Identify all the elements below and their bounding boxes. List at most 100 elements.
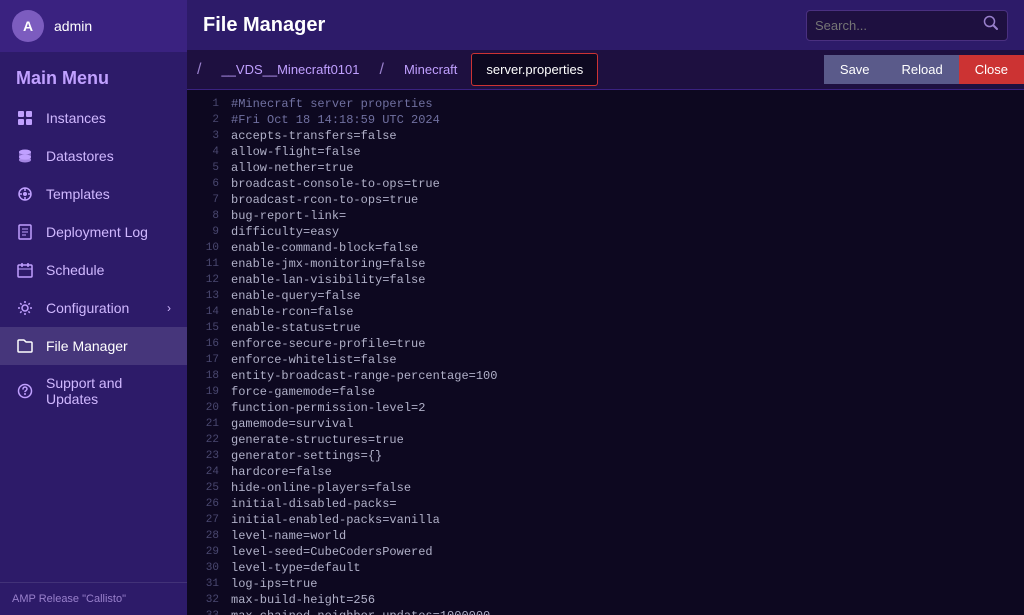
code-line: 28level-name=world [187,528,1024,544]
line-content: enable-command-block=false [231,241,418,255]
sidebar-item-datastores-label: Datastores [46,148,114,164]
line-content: enable-rcon=false [231,305,353,319]
line-content: level-type=default [231,561,361,575]
code-line: 25 hide-online-players=false [187,480,1024,496]
config-icon [16,299,34,317]
code-line: 18entity-broadcast-range-percentage=100 [187,368,1024,384]
sidebar-item-deployment-log[interactable]: Deployment Log [0,213,187,251]
calendar-icon [16,261,34,279]
grid-icon [16,109,34,127]
code-line: 11enable-jmx-monitoring=false [187,256,1024,272]
code-line: 10 enable-command-block=false [187,240,1024,256]
line-content: generate-structures=true [231,433,404,447]
sidebar-item-templates[interactable]: Templates [0,175,187,213]
line-number: 27 [195,514,219,526]
line-content: log-ips=true [231,577,317,591]
line-number: 22 [195,434,219,446]
code-line: 6broadcast-console-to-ops=true [187,176,1024,192]
code-line: 13 enable-query=false [187,288,1024,304]
sidebar-item-support[interactable]: Support and Updates [0,365,187,417]
line-content: hide-online-players=false [231,481,411,495]
line-number: 17 [195,354,219,366]
line-content: bug-report-link= [231,209,346,223]
sidebar-item-file-manager[interactable]: File Manager [0,327,187,365]
line-number: 30 [195,562,219,574]
main-content: File Manager / __VDS__Minecraft0101 / Mi… [187,0,1024,615]
line-content: max-chained-neighbor-updates=1000000 [231,609,490,615]
line-number: 28 [195,530,219,542]
tab-server-props-label: server.properties [486,62,583,77]
code-line: 30 level-type=default [187,560,1024,576]
code-line: 32max-build-height=256 [187,592,1024,608]
line-content: enable-lan-visibility=false [231,273,425,287]
line-number: 5 [195,162,219,174]
line-number: 20 [195,402,219,414]
file-manager-icon [16,337,34,355]
line-content: allow-flight=false [231,145,361,159]
line-number: 25 [195,482,219,494]
tab-vds-minecraft[interactable]: __VDS__Minecraft0101 [207,54,373,85]
code-line: 4allow-flight=false [187,144,1024,160]
line-number: 10 [195,242,219,254]
code-line: 14enable-rcon=false [187,304,1024,320]
tab-server-properties[interactable]: server.properties [471,53,598,86]
line-content: broadcast-rcon-to-ops=true [231,193,418,207]
line-number: 19 [195,386,219,398]
tab-minecraft[interactable]: Minecraft [390,54,471,85]
line-content: #Minecraft server properties [231,97,433,111]
sidebar-item-configuration[interactable]: Configuration › [0,289,187,327]
line-content: enable-query=false [231,289,361,303]
sidebar-item-schedule-label: Schedule [46,262,104,278]
line-number: 1 [195,98,219,110]
line-number: 23 [195,450,219,462]
line-content: allow-nether=true [231,161,353,175]
code-line: 1 #Minecraft server properties [187,96,1024,112]
line-number: 33 [195,610,219,615]
sidebar-item-instances[interactable]: Instances [0,99,187,137]
line-content: hardcore=false [231,465,332,479]
line-content: force-gamemode=false [231,385,375,399]
search-input[interactable] [815,18,975,33]
sidebar-item-configuration-label: Configuration [46,300,129,316]
code-line: 7broadcast-rcon-to-ops=true [187,192,1024,208]
line-content: difficulty=easy [231,225,339,239]
code-editor[interactable]: 1 #Minecraft server properties2#Fri Oct 1… [187,90,1024,615]
line-number: 12 [195,274,219,286]
code-line: 2#Fri Oct 18 14:18:59 UTC 2024 [187,112,1024,128]
search-icon [983,15,999,36]
user-header: A admin [0,0,187,52]
line-content: function-permission-level=2 [231,401,425,415]
line-number: 8 [195,210,219,222]
line-number: 16 [195,338,219,350]
line-number: 32 [195,594,219,606]
reload-button[interactable]: Reload [886,55,959,84]
main-menu-title: Main Menu [0,52,187,99]
line-content: #Fri Oct 18 14:18:59 UTC 2024 [231,113,440,127]
sidebar: A admin Main Menu Instances [0,0,187,615]
code-line: 5 allow-nether=true [187,160,1024,176]
close-button[interactable]: Close [959,55,1024,84]
line-number: 26 [195,498,219,510]
sidebar-item-instances-label: Instances [46,110,106,126]
line-content: gamemode=survival [231,417,353,431]
line-content: generator-settings={} [231,449,382,463]
search-bar[interactable] [806,10,1008,41]
sidebar-item-support-label: Support and Updates [46,375,171,407]
line-number: 13 [195,290,219,302]
sidebar-item-schedule[interactable]: Schedule [0,251,187,289]
breadcrumb-sep: / [191,61,207,79]
support-icon [16,382,34,400]
code-line: 26initial-disabled-packs= [187,496,1024,512]
line-number: 15 [195,322,219,334]
line-content: enforce-secure-profile=true [231,337,425,351]
code-line: 22 generate-structures=true [187,432,1024,448]
line-content: broadcast-console-to-ops=true [231,177,440,191]
avatar: A [12,10,44,42]
sidebar-item-datastores[interactable]: Datastores [0,137,187,175]
breadcrumb-sep-2: / [373,61,389,79]
code-line: 24hardcore=false [187,464,1024,480]
save-button[interactable]: Save [824,55,886,84]
code-line: 9 difficulty=easy [187,224,1024,240]
line-number: 9 [195,226,219,238]
code-line: 33 max-chained-neighbor-updates=1000000 [187,608,1024,615]
